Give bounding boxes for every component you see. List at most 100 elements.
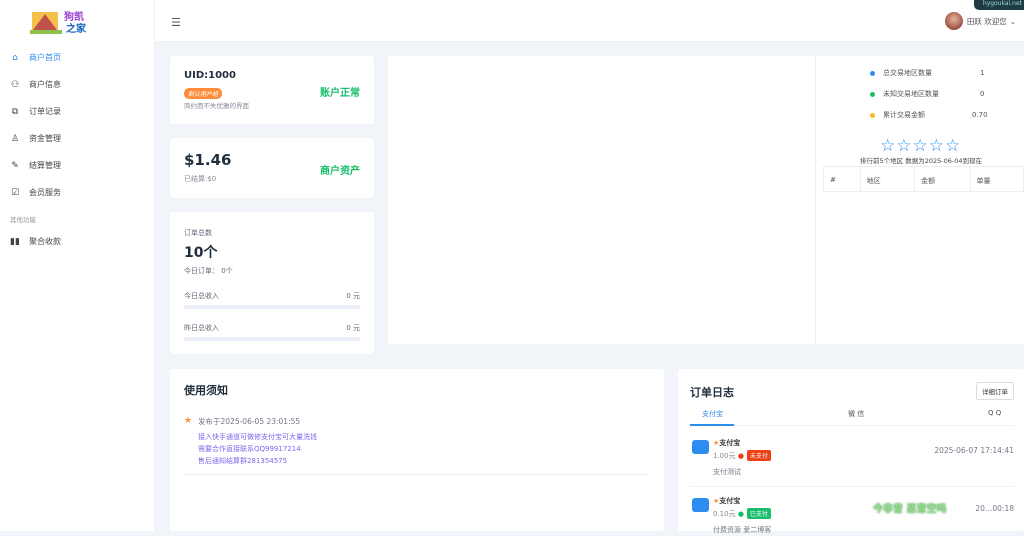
column-header: 单量 (976, 177, 991, 185)
notice-card: 使用须知 ★ 发布于2025-06-05 23:01:55 接入快手通道可做修支… (170, 369, 664, 531)
uid: UID:1000 (184, 70, 236, 81)
funds-icon: ♙ (10, 133, 20, 144)
status-badge: 未支付 (746, 450, 771, 461)
account-status: 账户正常 (320, 88, 360, 99)
today-orders: 0个 (221, 267, 233, 275)
yesterday-income-label: 昨日总收入 (184, 324, 219, 332)
nav-group-label: 其他功能 (10, 216, 36, 224)
settled: 已结算:$0 (184, 175, 217, 183)
sidebar-item-label: 订单记录 (29, 107, 61, 116)
order-item[interactable]: ★支付宝 0.10元 ● 已支付 20…00:18 付费资源 爱二博客 (690, 496, 1014, 536)
edit-icon: ✎ (11, 160, 19, 171)
assets-label: 商户资产 (320, 166, 360, 177)
home-icon: ⌂ (12, 52, 18, 63)
orders-title: 订单总数 (184, 229, 212, 237)
order-log-card: 订单日志 详细订单 支付宝 微 信 Q Q ★支付宝 1.00元 ● 未支付 20… (678, 369, 1024, 534)
stat-total-amount: 累计交易金额 0.70 (870, 110, 988, 120)
notice-date: 发布于2025-06-05 23:01:55 (198, 417, 301, 426)
avatar (944, 12, 963, 30)
column-header: 金额 (915, 167, 971, 191)
logo: 狗凯 之家 (30, 6, 92, 35)
region-table-header: # 地区 金额 单量 (823, 166, 1024, 192)
yellow-dot-icon (870, 112, 875, 118)
order-amount: 1.00元 (713, 452, 736, 460)
users-icon: ⚇ (10, 79, 20, 90)
today-income-label: 今日总收入 (184, 292, 219, 300)
sidebar-item-label: 聚合收款 (29, 237, 61, 246)
orders-card: 订单总数 10个 今日订单： 0个 今日总收入 0 元 昨日总收入 0 元 (170, 212, 374, 354)
stat-value: 0.70 (972, 111, 988, 119)
status-dot-icon: ● (737, 452, 744, 460)
tab-wechat[interactable]: 微 信 (848, 409, 864, 419)
notice-line: 需要合作直接联系QQ99917214 (198, 445, 301, 453)
order-note: 付费资源 爱二博客 (713, 526, 772, 534)
blue-dot-icon (870, 70, 875, 76)
star-icon: ★ (184, 416, 193, 426)
tab-alipay[interactable]: 支付宝 (702, 409, 723, 419)
sidebar: 狗凯 之家 ⌂ 商户首页 ⚇ 商户信息 ⧉ 订单记录 ♙ 资金管理 ✎ 结算管理 ☑ 会员服务… (0, 0, 155, 531)
green-dot-icon (870, 91, 875, 97)
order-time: 2025-06-07 17:14:41 (934, 446, 1014, 455)
shopping-bag-icon (692, 440, 709, 454)
topbar: ☰ hygoukai.net 田跃 欢迎您 ⌄ (155, 0, 1024, 42)
notice-line: 售后通知结算群281354575 (198, 457, 288, 465)
stat-value: 0 (980, 90, 985, 98)
region-caption: 排行前5个地区 数据为2025-06-04到现在 (860, 157, 982, 165)
sidebar-item-home[interactable]: ⌂ 商户首页 (0, 44, 155, 71)
balance: $1.46 (184, 151, 232, 169)
shopping-bag-icon (692, 498, 709, 512)
detail-orders-button[interactable]: 详细订单 (976, 382, 1014, 400)
stat-total-regions: 总交易地区数量 1 (870, 68, 984, 78)
stat-label: 总交易地区数量 (883, 69, 932, 77)
order-amount: 0.10元 (713, 510, 736, 518)
column-header: 地区 (861, 167, 916, 191)
order-note: 支付测试 (713, 468, 741, 476)
notice-title: 使用须知 (184, 384, 228, 397)
barcode-icon: ▮▮ (10, 236, 20, 247)
order-time: 20…00:18 (975, 504, 1014, 513)
order-name: 支付宝 (719, 497, 741, 505)
yesterday-income-bar (184, 337, 360, 341)
sidebar-item-member[interactable]: ☑ 会员服务 (0, 179, 155, 206)
column-header: # (824, 167, 861, 191)
stat-label: 累计交易金额 (883, 111, 925, 119)
status-dot-icon: ● (737, 510, 744, 518)
user-greeting: 田跃 欢迎您 (966, 16, 1007, 26)
order-item[interactable]: ★支付宝 1.00元 ● 未支付 2025-06-07 17:14:41 支付测试 (690, 438, 1014, 488)
sidebar-item-merchant-info[interactable]: ⚇ 商户信息 (0, 71, 155, 98)
stat-unknown-regions: 未知交易地区数量 0 (870, 89, 984, 99)
sidebar-item-label: 商户首页 (29, 53, 61, 62)
chevron-down-icon: ⌄ (1009, 16, 1016, 26)
status-badge: 已支付 (746, 508, 771, 519)
star-rating-icon: ☆☆☆☆☆ (880, 136, 962, 156)
sidebar-item-aggregate[interactable]: ▮▮ 聚合收款 (0, 228, 155, 255)
user-menu[interactable]: 田跃 欢迎您 ⌄ (944, 12, 1016, 30)
orders-total: 10个 (184, 245, 218, 261)
today-orders-label: 今日订单： (184, 267, 219, 275)
yesterday-income: 0 元 (346, 324, 360, 332)
sidebar-item-label: 商户信息 (29, 80, 61, 89)
region-panel: 总交易地区数量 1 未知交易地区数量 0 累计交易金额 0.70 ☆☆☆☆☆ 排行前5… (388, 56, 1024, 344)
tab-qq[interactable]: Q Q (988, 409, 1001, 417)
svg-text:狗凯: 狗凯 (64, 10, 84, 23)
stat-value: 1 (980, 69, 985, 77)
watermark: 今非昔 恶意空吗 (873, 504, 947, 515)
log-title: 订单日志 (690, 386, 734, 399)
account-desc: 简约而不失优雅的界面 (184, 102, 249, 110)
svg-text:之家: 之家 (66, 22, 87, 34)
sidebar-item-orders[interactable]: ⧉ 订单记录 (0, 98, 155, 125)
order-name: 支付宝 (719, 439, 741, 447)
corner-badge: hygoukai.net (974, 0, 1024, 10)
sidebar-item-label: 资金管理 (29, 134, 61, 143)
today-income: 0 元 (346, 292, 360, 300)
stat-label: 未知交易地区数量 (883, 90, 939, 98)
account-card: UID:1000 默认用户组 简约而不失优雅的界面 账户正常 (170, 56, 374, 124)
menu-toggle-icon[interactable]: ☰ (171, 16, 181, 29)
assets-card: $1.46 已结算:$0 商户资产 (170, 138, 374, 198)
sidebar-item-funds[interactable]: ♙ 资金管理 (0, 125, 155, 152)
sidebar-item-label: 结算管理 (29, 161, 61, 170)
orders-icon: ⧉ (11, 106, 19, 117)
group-badge: 默认用户组 (184, 88, 223, 99)
sidebar-item-settlement[interactable]: ✎ 结算管理 (0, 152, 155, 179)
today-income-bar (184, 305, 360, 309)
